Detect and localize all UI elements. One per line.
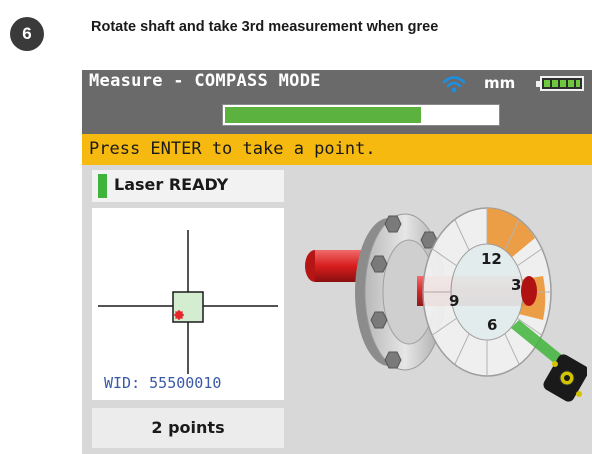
wid-label: WID: 55500010 xyxy=(104,374,222,392)
points-count-label: 2 points xyxy=(151,418,225,437)
header-bar: Measure - COMPASS MODE mm xyxy=(82,70,592,134)
status-message: Press ENTER to take a point. xyxy=(89,139,376,159)
battery-icon xyxy=(536,76,584,91)
laser-status-label: Laser READY xyxy=(114,175,229,194)
units-indicator: mm xyxy=(484,74,516,92)
compass-label-3: 3 xyxy=(511,276,521,294)
wifi-icon xyxy=(442,76,466,93)
status-bar: Press ENTER to take a point. xyxy=(82,134,592,165)
step-instruction: Rotate shaft and take 3rd measurement wh… xyxy=(91,19,439,35)
laser-target-graphic xyxy=(98,230,278,374)
laser-target-panel: WID: 55500010 xyxy=(92,208,284,400)
progress-fill xyxy=(225,107,421,123)
compass-label-12: 12 xyxy=(481,250,502,268)
laser-spot-icon xyxy=(174,310,184,320)
battery-level-fill xyxy=(544,80,580,87)
device-screen: Measure - COMPASS MODE mm Press ENTER to… xyxy=(82,70,592,454)
screen-title: Measure - COMPASS MODE xyxy=(89,71,321,91)
sensor-icon xyxy=(543,354,587,402)
laser-ready-indicator xyxy=(98,174,107,198)
shaft-compass-illustration: 12 3 6 9 xyxy=(305,207,587,402)
compass-label-9: 9 xyxy=(449,292,459,310)
right-shaft-end xyxy=(521,276,537,306)
laser-status-panel: Laser READY xyxy=(92,170,284,202)
points-counter: 2 points xyxy=(92,408,284,448)
compass-label-6: 6 xyxy=(487,316,497,334)
step-number-badge: 6 xyxy=(10,17,44,51)
measurement-progress-bar xyxy=(222,104,500,126)
